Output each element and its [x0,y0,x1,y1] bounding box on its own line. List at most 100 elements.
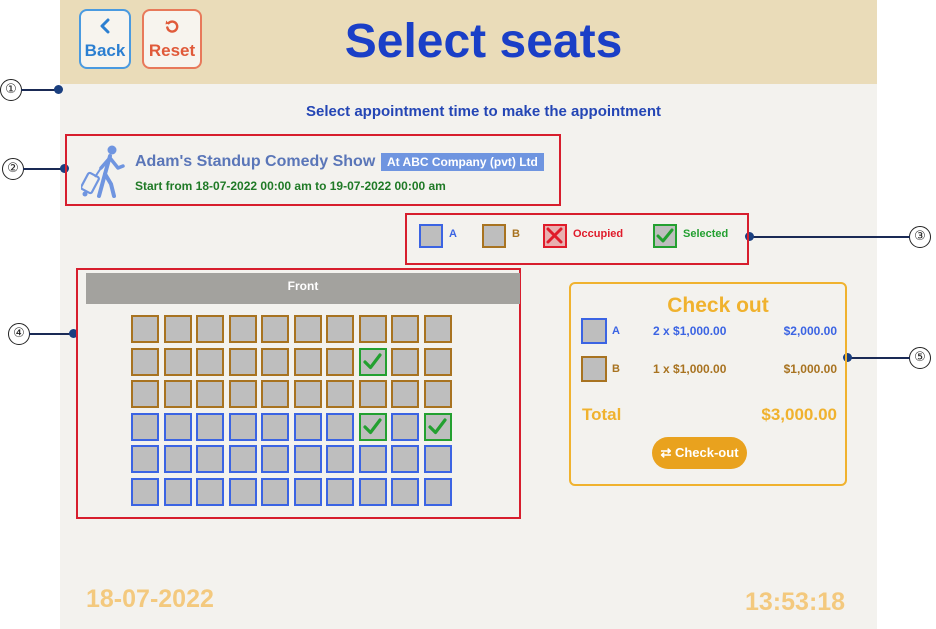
legend-swatch-selected [653,224,677,248]
seat-type-b[interactable] [228,347,257,376]
seat-type-b[interactable] [261,315,289,343]
page-subtitle: Select appointment time to make the appo… [305,103,662,120]
seat-type-a[interactable] [228,477,257,506]
seat-type-a[interactable] [228,445,257,473]
seat-type-b[interactable] [228,315,257,343]
event-company-badge: At ABC Company (pvt) Ltd [381,153,544,171]
seat-selected[interactable] [358,347,387,376]
checkout-total-label: Total [582,405,622,424]
seat-type-b[interactable] [261,380,289,408]
seat-type-a[interactable] [423,477,452,506]
seat-type-b[interactable] [391,315,419,343]
x-mark-icon [546,227,563,244]
callout-line-4 [29,333,73,335]
seat-type-a[interactable] [293,477,322,506]
seat-type-a[interactable] [391,477,419,506]
seat-type-a[interactable] [261,445,289,473]
seat-type-b[interactable] [196,315,224,343]
callout-1: ① [0,79,22,101]
seat-type-b[interactable] [391,347,419,376]
seat-type-a[interactable] [131,412,159,441]
callout-line-3 [752,236,910,238]
seat-type-a[interactable] [358,477,387,506]
callout-line-2 [23,168,65,170]
legend-label-occupied: Occupied [573,228,624,240]
checkout-panel: Check out A 2 x $1,000.00 $2,000.00 B 1 … [569,282,847,486]
seat-type-a[interactable] [326,477,354,506]
callout-dot-1 [54,85,63,94]
legend-label-a: A [449,228,457,240]
seat-type-a[interactable] [131,445,159,473]
seat-type-b[interactable] [423,315,452,343]
seat-type-a[interactable] [261,477,289,506]
seat-type-a[interactable] [358,445,387,473]
seat-type-b[interactable] [196,347,224,376]
seat-type-a[interactable] [391,412,419,441]
checkmark-icon [427,417,447,434]
seat-type-b[interactable] [423,347,452,376]
page-title: Select seats [344,15,623,68]
footer-date: 18-07-2022 [86,585,214,613]
checkout-subtotal-b: $1,000.00 [783,362,837,376]
seat-type-b[interactable] [326,347,354,376]
seat-type-a[interactable] [261,412,289,441]
callout-line-1 [21,89,58,91]
seat-type-b[interactable] [228,380,257,408]
seat-type-b[interactable] [131,347,159,376]
seat-type-a[interactable] [293,445,322,473]
seat-type-b[interactable] [131,380,159,408]
checkmark-icon [362,352,382,369]
seat-type-b[interactable] [131,315,159,343]
seat-type-b[interactable] [326,315,354,343]
seat-type-a[interactable] [391,445,419,473]
seat-type-a[interactable] [293,412,322,441]
header-bar: Back Reset Select seats [60,0,877,84]
event-info-box: Adam's Standup Comedy Show At ABC Compan… [65,134,561,206]
stage-front-label: Front [86,273,520,304]
callout-2: ② [2,158,24,180]
seat-type-b[interactable] [358,315,387,343]
seat-selected[interactable] [423,412,452,441]
seat-type-b[interactable] [391,380,419,408]
seat-type-b[interactable] [261,347,289,376]
seat-type-a[interactable] [196,477,224,506]
callout-5: ⑤ [909,347,931,369]
seat-type-b[interactable] [423,380,452,408]
checkout-button[interactable]: ⇄ Check-out [652,437,747,469]
seat-type-b[interactable] [293,315,322,343]
seat-type-a[interactable] [326,445,354,473]
event-time-range: Start from 18-07-2022 00:00 am to 19-07-… [135,179,446,193]
checkout-swatch-b [581,356,607,382]
checkout-qty-b: 1 x $1,000.00 [653,362,727,376]
seat-type-b[interactable] [326,380,354,408]
checkmark-icon [362,417,382,434]
seat-type-b[interactable] [163,380,192,408]
seat-type-a[interactable] [131,477,159,506]
seat-type-a[interactable] [163,412,192,441]
footer-clock: 13:53:18 [745,588,846,616]
legend-swatch-a [419,224,443,248]
seat-type-b[interactable] [293,380,322,408]
checkout-total-value: $3,000.00 [761,405,837,424]
callout-4: ④ [8,323,30,345]
seat-type-b[interactable] [163,347,192,376]
seat-type-a[interactable] [163,445,192,473]
seat-type-b[interactable] [358,380,387,408]
seat-selected[interactable] [358,412,387,441]
seat-legend: A B Occupied Selected [405,213,749,265]
seat-type-a[interactable] [196,412,224,441]
seat-type-a[interactable] [228,412,257,441]
seat-type-a[interactable] [326,412,354,441]
seat-type-a[interactable] [196,445,224,473]
checkout-type-a: A [612,325,620,337]
seat-type-a[interactable] [423,445,452,473]
legend-swatch-b [482,224,506,248]
seat-type-a[interactable] [163,477,192,506]
seat-type-b[interactable] [196,380,224,408]
seat-type-b[interactable] [163,315,192,343]
checkmark-icon [656,228,674,243]
legend-swatch-occupied [543,224,567,248]
legend-label-b: B [512,228,520,240]
seat-type-b[interactable] [293,347,322,376]
checkout-subtotal-a: $2,000.00 [783,324,837,338]
